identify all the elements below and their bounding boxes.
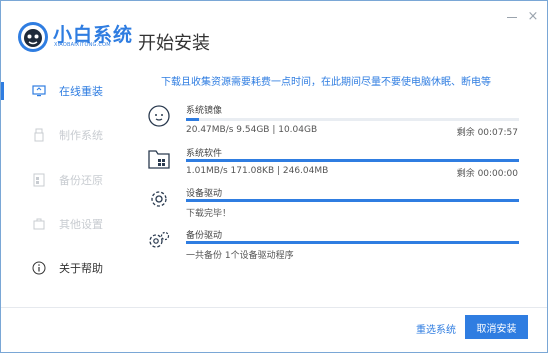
progress-bar <box>186 159 519 162</box>
cancel-install-button[interactable]: 取消安装 <box>465 315 528 339</box>
download-notice: 下载且收集资源需要耗费一点时间，在此期间尽量不要使电脑休眠、断电等 <box>161 77 491 88</box>
usb-icon <box>32 128 46 142</box>
progress-fill <box>186 199 519 202</box>
progress-bar <box>186 241 519 244</box>
task-name: 系统镜像 <box>186 106 223 116</box>
gears-icon <box>149 231 170 248</box>
gear-icon <box>151 191 167 207</box>
cloud-face-icon <box>148 105 170 127</box>
close-icon[interactable]: × <box>527 10 539 23</box>
task-name: 备份驱动 <box>186 231 223 241</box>
task-info: 下载完毕！ <box>186 209 232 219</box>
folder-apps-icon <box>148 150 170 169</box>
sidebar-item-label: 制作系统 <box>59 129 103 142</box>
logo-icon <box>18 22 48 52</box>
installer-window: × 小白系统 XIAOBAIXITONG.COM 开始安装 在线重装 制作系统 <box>0 0 548 353</box>
progress-bar <box>186 118 519 121</box>
task-name: 设备驱动 <box>186 189 223 199</box>
sidebar-item-label: 在线重装 <box>59 85 103 98</box>
progress-fill <box>186 159 519 162</box>
sidebar-item-backup-restore[interactable]: 备份还原 <box>1 166 131 194</box>
progress-fill <box>186 118 200 121</box>
sidebar-item-about-help[interactable]: 关于帮助 <box>1 254 131 282</box>
sidebar-item-online-reinstall[interactable]: 在线重装 <box>1 77 131 105</box>
task-eta: 剩余 00:07:57 <box>456 128 518 138</box>
task-info: 20.47MB/s 9.54GB | 10.04GB <box>186 125 318 135</box>
monitor-icon <box>32 84 46 98</box>
minimize-button[interactable] <box>506 11 518 23</box>
page-title: 开始安装 <box>138 33 210 54</box>
active-indicator <box>1 82 4 100</box>
footer-divider <box>1 307 547 308</box>
task-name: 系统软件 <box>186 149 223 159</box>
backup-icon <box>32 173 46 187</box>
sidebar-item-other-settings[interactable]: 其他设置 <box>1 210 131 238</box>
task-info: 1.01MB/s 171.08KB | 246.04MB <box>186 166 329 176</box>
brand-domain: XIAOBAIXITONG.COM <box>54 42 111 48</box>
progress-bar <box>186 199 519 202</box>
sidebar-item-label: 其他设置 <box>59 218 103 231</box>
reselect-system-button[interactable]: 重选系统 <box>416 321 456 336</box>
settings-box-icon <box>32 217 46 231</box>
task-info: 一共备份 1个设备驱动程序 <box>186 251 294 261</box>
task-eta: 剩余 00:00:00 <box>456 169 518 179</box>
sidebar-item-label: 关于帮助 <box>59 262 103 275</box>
sidebar-item-make-system[interactable]: 制作系统 <box>1 121 131 149</box>
sidebar-item-label: 备份还原 <box>59 174 103 187</box>
progress-fill <box>186 241 519 244</box>
info-icon <box>32 261 46 275</box>
